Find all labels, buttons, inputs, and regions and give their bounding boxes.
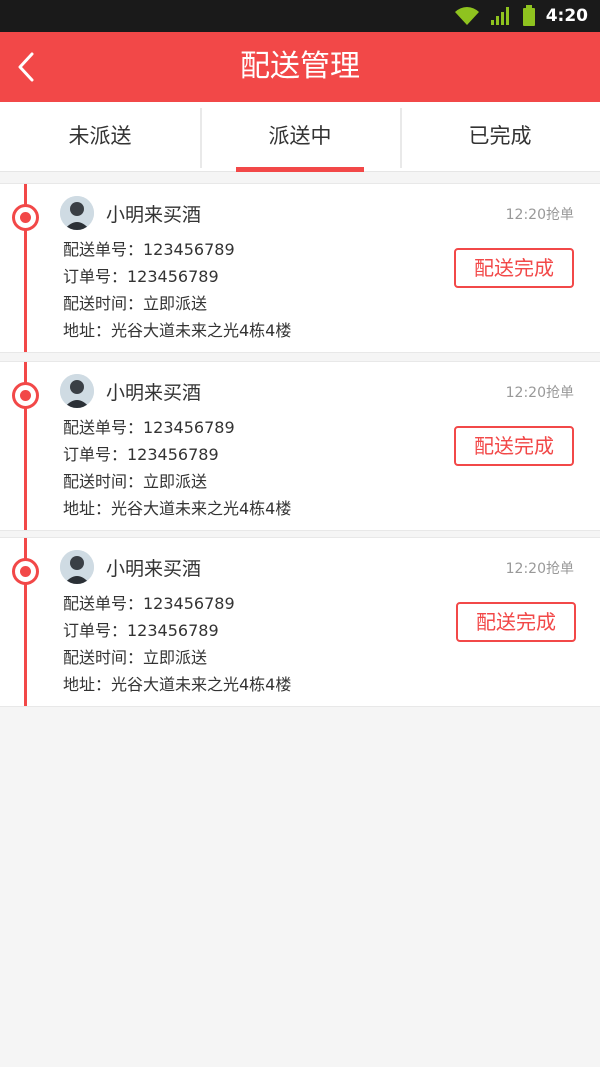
delivery-number: 配送单号：123456789 xyxy=(63,418,235,437)
clock: 4:20 xyxy=(545,6,588,26)
timeline-dot xyxy=(12,382,39,409)
wifi-icon xyxy=(454,7,479,25)
order-number: 订单号：123456789 xyxy=(63,445,219,464)
tab-not-dispatched[interactable]: 未派送 xyxy=(0,102,200,171)
avatar xyxy=(60,550,94,584)
delivery-number: 配送单号：123456789 xyxy=(63,594,235,613)
tab-in-delivery[interactable]: 派送中 xyxy=(200,102,400,172)
status-bar: 4:20 xyxy=(0,0,600,32)
status-icons: 4:20 xyxy=(454,4,588,28)
customer-name: 小明来买酒 xyxy=(106,382,202,404)
delivery-time: 配送时间：立即派送 xyxy=(63,294,208,313)
order-number: 订单号：123456789 xyxy=(63,621,219,640)
tab-completed[interactable]: 已完成 xyxy=(400,102,600,171)
order-card: 小明来买酒 12:20抢单 配送单号：123456789 订单号：1234567… xyxy=(0,537,600,707)
avatar xyxy=(60,374,94,408)
timeline-dot xyxy=(12,204,39,231)
tab-bar: 未派送 派送中 已完成 xyxy=(0,102,600,172)
customer-name: 小明来买酒 xyxy=(106,558,202,580)
app-header: 配送管理 xyxy=(0,32,600,102)
grab-time: 12:20抢单 xyxy=(505,207,574,223)
delivery-complete-button[interactable]: 配送完成 xyxy=(454,426,574,466)
signal-icon xyxy=(490,7,509,25)
order-number: 订单号：123456789 xyxy=(63,267,219,286)
address: 地址：光谷大道未来之光4栋4楼 xyxy=(63,321,292,340)
avatar xyxy=(60,196,94,230)
delivery-time: 配送时间：立即派送 xyxy=(63,648,208,667)
address: 地址：光谷大道未来之光4栋4楼 xyxy=(63,499,292,518)
delivery-complete-button[interactable]: 配送完成 xyxy=(454,248,574,288)
address: 地址：光谷大道未来之光4栋4楼 xyxy=(63,675,292,694)
grab-time: 12:20抢单 xyxy=(505,385,574,401)
delivery-time: 配送时间：立即派送 xyxy=(63,472,208,491)
delivery-number: 配送单号：123456789 xyxy=(63,240,235,259)
grab-time: 12:20抢单 xyxy=(505,561,574,577)
delivery-complete-button[interactable]: 配送完成 xyxy=(456,602,576,642)
page-title: 配送管理 xyxy=(240,49,360,84)
battery-icon xyxy=(522,5,535,26)
order-card: 小明来买酒 12:20抢单 配送单号：123456789 订单号：1234567… xyxy=(0,361,600,531)
customer-name: 小明来买酒 xyxy=(106,204,202,226)
order-card: 小明来买酒 12:20抢单 配送单号：123456789 订单号：1234567… xyxy=(0,183,600,353)
timeline-dot xyxy=(12,558,39,585)
